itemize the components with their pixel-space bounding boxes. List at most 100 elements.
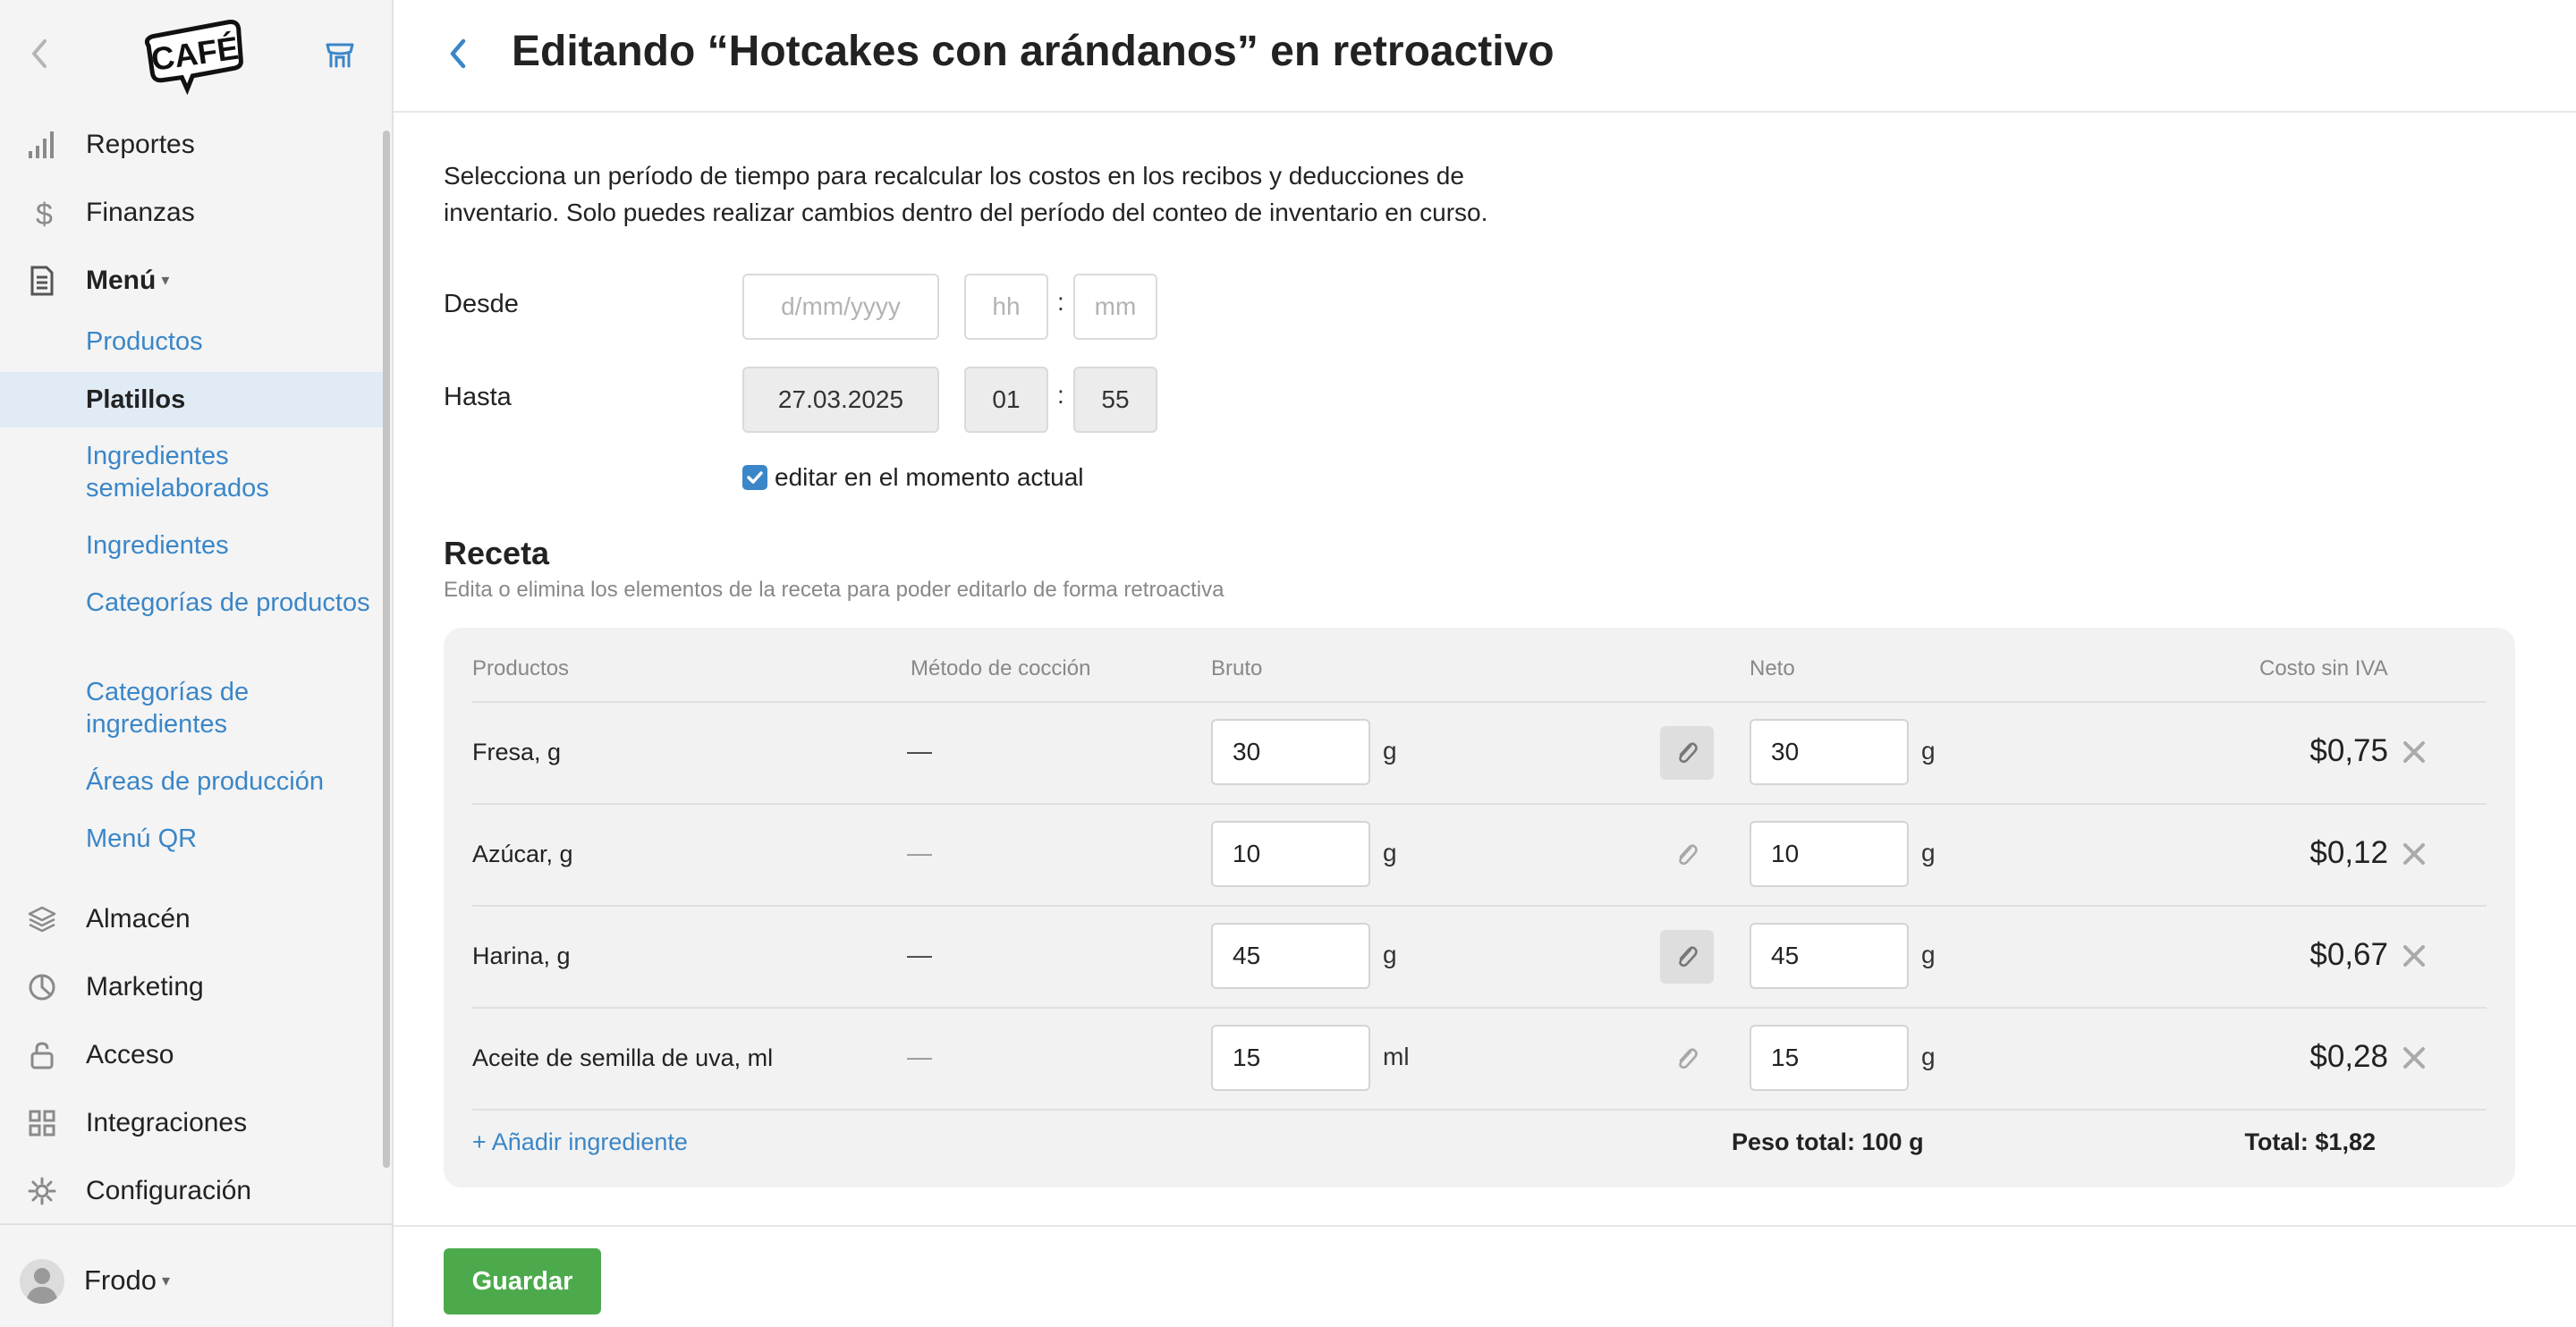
row-divider <box>472 803 2487 805</box>
to-date-input[interactable]: 27.03.2025 <box>742 367 939 433</box>
layers-icon <box>28 906 56 933</box>
from-hour-input[interactable]: hh <box>964 274 1048 340</box>
sidebar-header: CAFÉ <box>0 0 392 107</box>
recipe-table: Productos Método de cocción Bruto Neto C… <box>444 628 2515 1188</box>
edit-now-checkbox[interactable] <box>742 465 767 490</box>
column-header-net: Neto <box>1750 656 1795 680</box>
net-unit: g <box>1921 737 1936 765</box>
time-separator: : <box>1057 288 1064 316</box>
submenu-platillos[interactable]: Platillos <box>0 372 383 427</box>
row-divider <box>472 1007 2487 1009</box>
net-input[interactable]: 45 <box>1750 923 1909 989</box>
bar-chart-icon <box>29 131 54 158</box>
close-icon[interactable] <box>2401 841 2428 867</box>
submenu-ingredientes[interactable]: Ingredientes <box>0 529 383 562</box>
net-unit: g <box>1921 941 1936 968</box>
nav-menu[interactable]: Menú ▾ <box>0 254 383 308</box>
product-name: Fresa, g <box>472 739 562 765</box>
close-icon[interactable] <box>2401 1044 2428 1071</box>
column-header-method: Método de cocción <box>911 656 1091 680</box>
nav-reportes[interactable]: Reportes <box>0 118 383 172</box>
page-title: Editando “Hotcakes con arándanos” en ret… <box>512 28 1555 75</box>
paperclip-icon[interactable] <box>1660 1032 1714 1086</box>
nav-acceso[interactable]: Acceso <box>0 1028 383 1082</box>
cost-value: $0,28 <box>2309 1039 2388 1074</box>
nav-integraciones[interactable]: Integraciones <box>0 1096 383 1150</box>
user-icon <box>26 1268 58 1304</box>
gross-input[interactable]: 30 <box>1211 719 1370 785</box>
gross-input[interactable]: 15 <box>1211 1025 1370 1091</box>
cooking-method[interactable]: — <box>907 1043 932 1071</box>
to-hour-input[interactable]: 01 <box>964 367 1048 433</box>
cost-value: $0,12 <box>2309 835 2388 870</box>
gear-icon <box>28 1177 56 1205</box>
gross-unit: g <box>1383 839 1397 866</box>
cooking-method[interactable]: — <box>907 839 932 867</box>
avatar <box>20 1259 64 1304</box>
sidebar-scrollbar[interactable] <box>383 131 390 1168</box>
gross-input[interactable]: 45 <box>1211 923 1370 989</box>
total-cost: Total: $1,82 <box>2244 1128 2376 1155</box>
close-icon[interactable] <box>2401 942 2428 969</box>
gross-input[interactable]: 10 <box>1211 821 1370 887</box>
nav-label: Acceso <box>86 1040 174 1069</box>
paperclip-icon[interactable] <box>1660 726 1714 780</box>
nav-marketing[interactable]: Marketing <box>0 960 383 1014</box>
nav-configuracion[interactable]: Configuración <box>0 1164 383 1218</box>
cooking-method[interactable]: — <box>907 941 932 969</box>
svg-text:$: $ <box>36 198 53 228</box>
to-minute-input[interactable]: 55 <box>1073 367 1157 433</box>
cost-value: $0,75 <box>2309 733 2388 768</box>
recipe-subtitle: Edita o elimina los elementos de la rece… <box>444 578 1224 602</box>
submenu-ingredientes-semielaborados[interactable]: Ingredientes semielaborados <box>0 440 383 504</box>
from-minute-input[interactable]: mm <box>1073 274 1157 340</box>
save-button[interactable]: Guardar <box>444 1248 601 1314</box>
net-input[interactable]: 30 <box>1750 719 1909 785</box>
product-name: Azúcar, g <box>472 841 573 867</box>
submenu-categorias-ingredientes[interactable]: Categorías de ingredientes <box>0 676 383 740</box>
nav-label: Almacén <box>86 904 191 934</box>
submenu-areas-produccion[interactable]: Áreas de producción <box>0 765 383 798</box>
submenu-menu-qr[interactable]: Menú QR <box>0 823 383 855</box>
add-ingredient-link[interactable]: + Añadir ingrediente <box>472 1128 688 1156</box>
pie-icon <box>29 974 55 1001</box>
back-arrow-icon[interactable] <box>442 32 472 75</box>
nav-almacen[interactable]: Almacén <box>0 892 383 946</box>
nav-label: Finanzas <box>86 198 195 227</box>
nav-label: Menú ▾ <box>86 266 170 295</box>
from-date-input[interactable]: d/mm/yyyy <box>742 274 939 340</box>
to-label: Hasta <box>444 383 512 411</box>
sidebar: CAFÉ Reportes $ Finanzas Menú ▾ Productos… <box>0 0 394 1327</box>
lock-icon <box>30 1042 54 1069</box>
paperclip-icon[interactable] <box>1660 930 1714 984</box>
column-header-cost: Costo sin IVA <box>2259 656 2388 680</box>
grid-icon <box>29 1110 55 1137</box>
net-unit: g <box>1921 839 1936 866</box>
nav-finanzas[interactable]: $ Finanzas <box>0 186 383 240</box>
column-header-gross: Bruto <box>1211 656 1263 680</box>
submenu-productos[interactable]: Productos <box>0 325 383 358</box>
column-header-products: Productos <box>472 656 570 680</box>
row-divider <box>472 905 2487 907</box>
page-header: Editando “Hotcakes con arándanos” en ret… <box>394 0 2576 113</box>
store-icon[interactable] <box>322 36 358 72</box>
row-divider <box>472 1109 2487 1111</box>
page-footer: Guardar <box>394 1225 2576 1327</box>
cooking-method[interactable]: — <box>907 737 932 765</box>
product-name: Aceite de semilla de uva, ml <box>472 1044 774 1071</box>
user-name: Frodo ▾ <box>84 1264 171 1296</box>
total-weight: Peso total: 100 g <box>1732 1128 1924 1155</box>
document-icon <box>30 266 54 296</box>
paperclip-icon[interactable] <box>1660 828 1714 882</box>
net-input[interactable]: 15 <box>1750 1025 1909 1091</box>
edit-now-label[interactable]: editar en el momento actual <box>775 463 1084 492</box>
caret-down-icon: ▾ <box>161 1272 171 1289</box>
cafe-logo[interactable]: CAFÉ <box>143 14 250 95</box>
chevron-left-icon[interactable] <box>23 32 55 75</box>
cost-value: $0,67 <box>2309 937 2388 972</box>
submenu-categorias-productos[interactable]: Categorías de productos <box>0 587 383 619</box>
period-description: Selecciona un período de tiempo para rec… <box>444 162 1488 226</box>
user-menu[interactable]: Frodo ▾ <box>0 1223 392 1327</box>
net-input[interactable]: 10 <box>1750 821 1909 887</box>
close-icon[interactable] <box>2401 739 2428 765</box>
